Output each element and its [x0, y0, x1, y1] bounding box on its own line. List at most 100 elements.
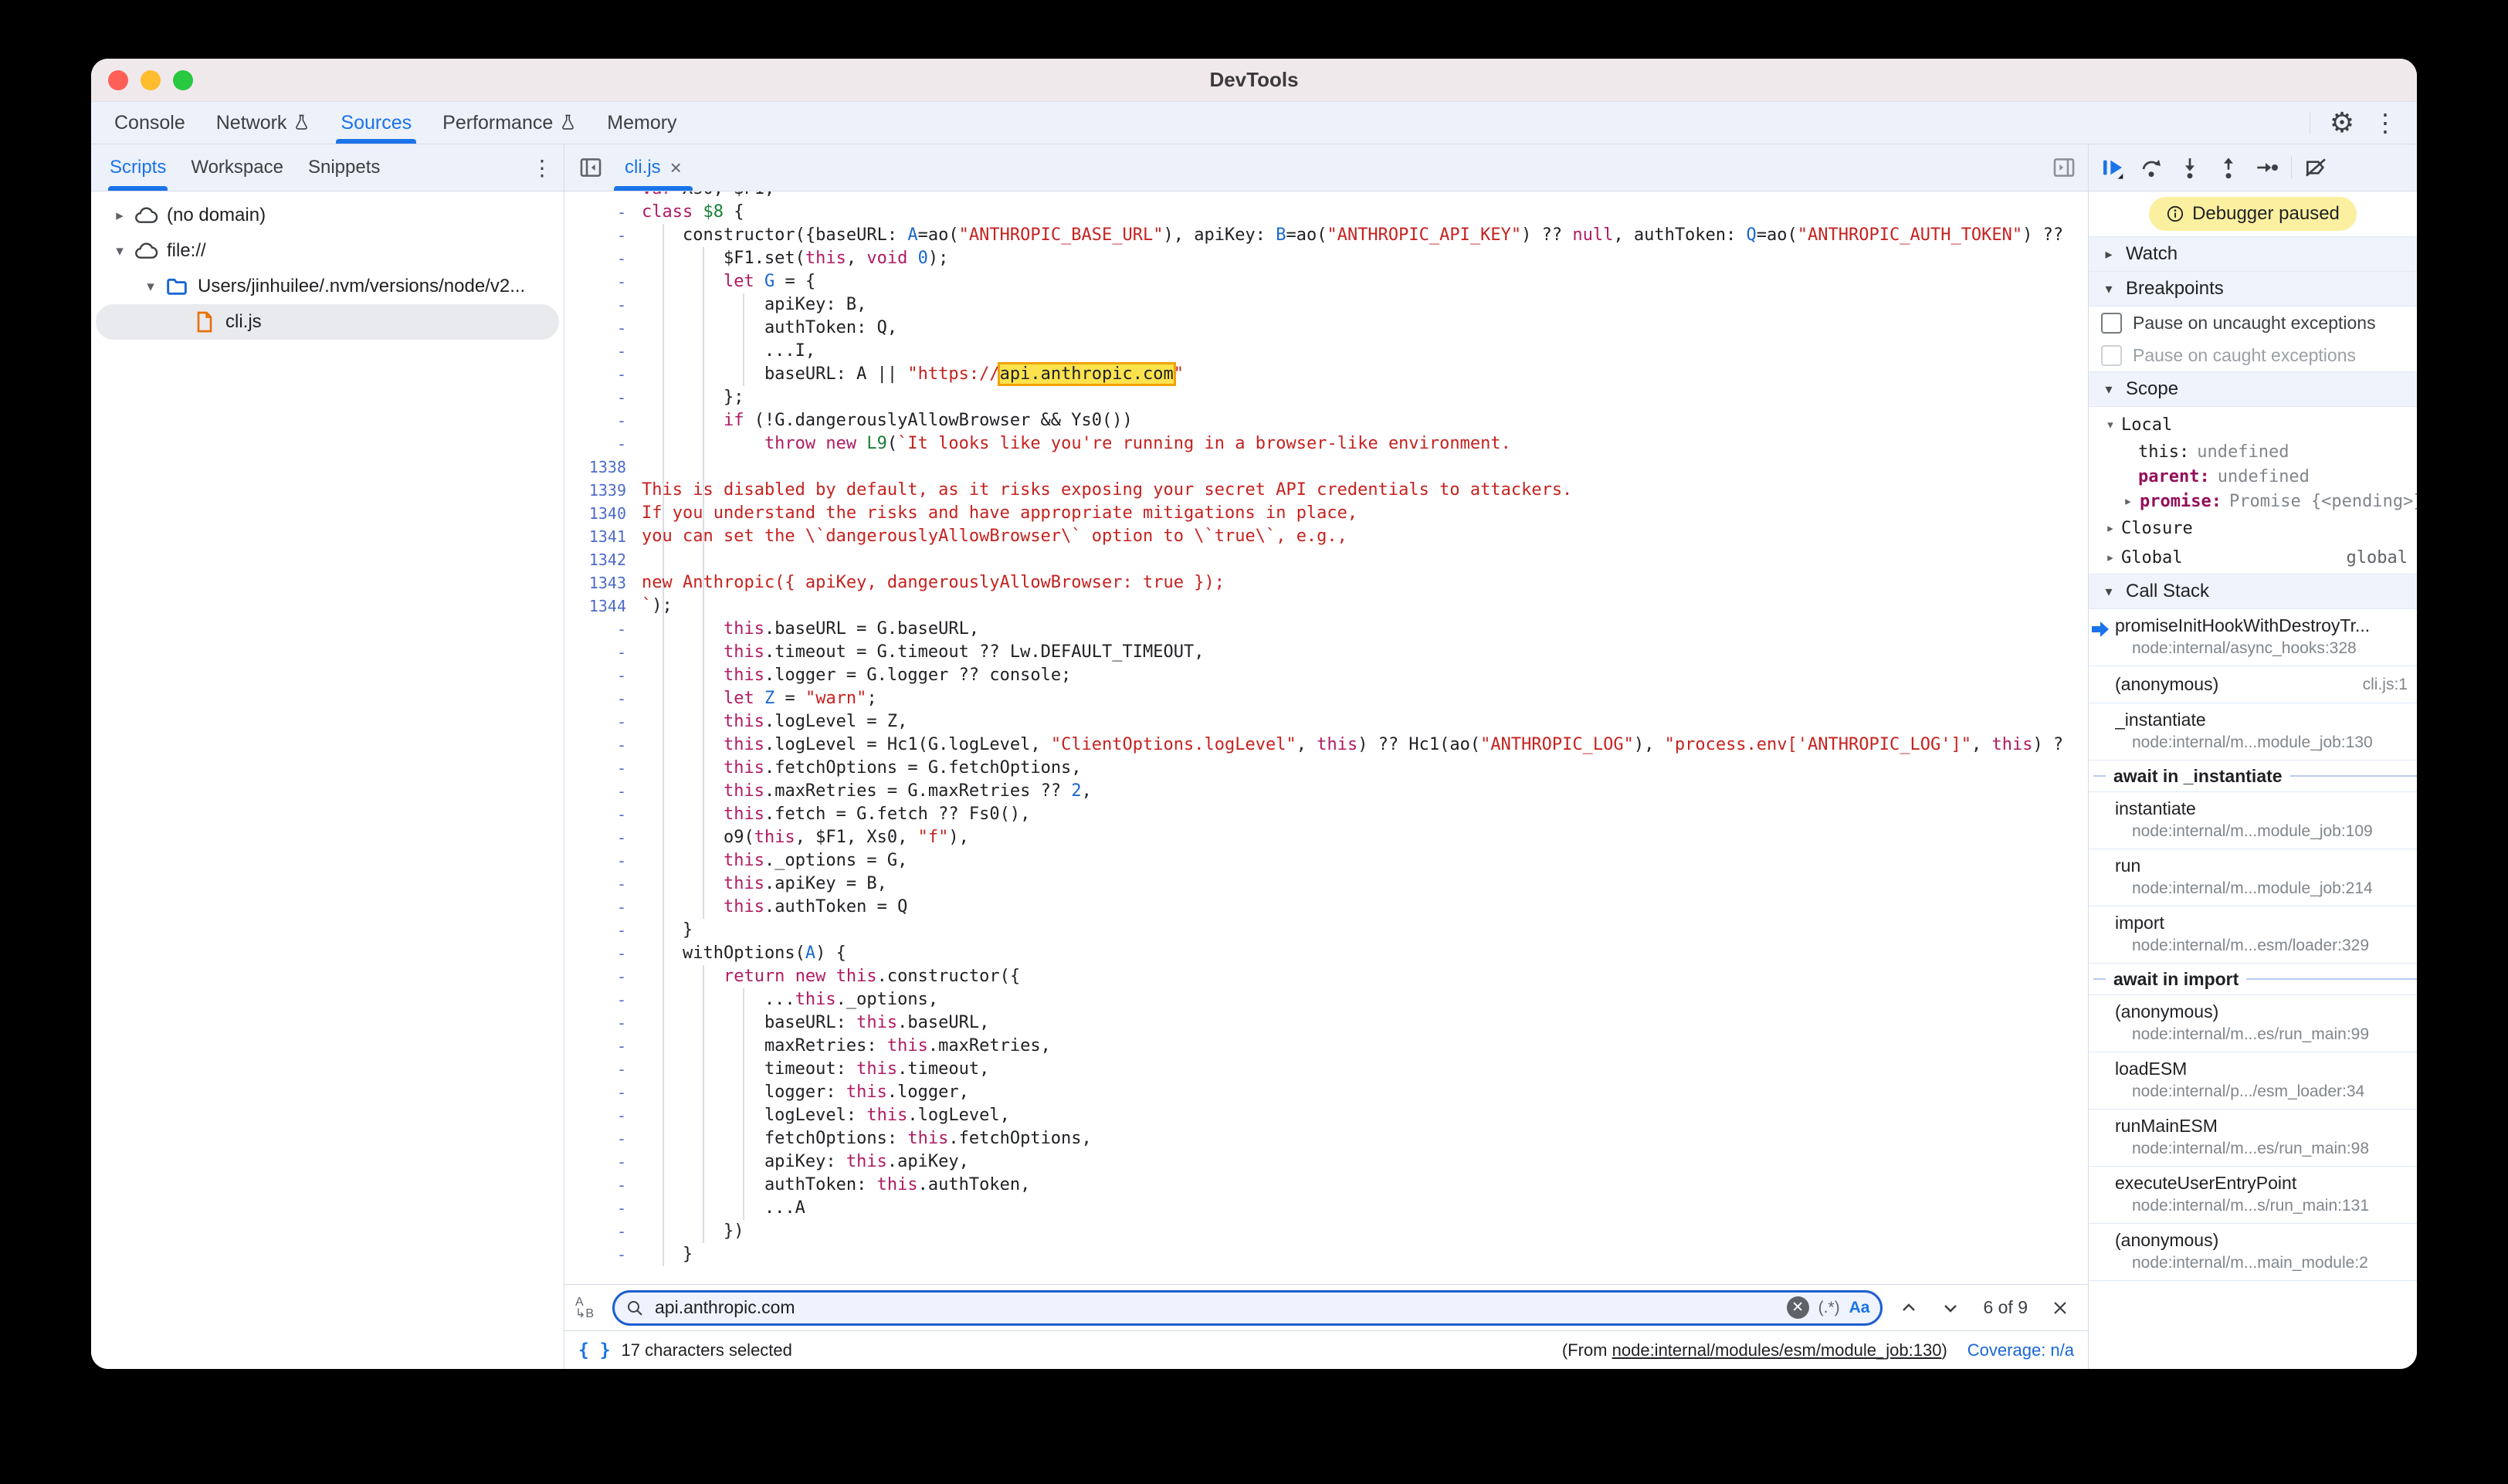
code-line[interactable]: 1344`);: [564, 595, 2088, 618]
line-gutter[interactable]: -: [564, 409, 642, 432]
line-gutter[interactable]: [564, 191, 642, 201]
line-gutter[interactable]: -: [564, 1197, 642, 1220]
call-stack-frame-loadesm[interactable]: loadESMnode:internal/p.../esm_loader:34: [2089, 1052, 2417, 1110]
line-gutter[interactable]: -: [564, 1011, 642, 1035]
tab-close-icon[interactable]: ×: [670, 156, 682, 180]
line-gutter[interactable]: 1339: [564, 479, 642, 502]
line-gutter[interactable]: -: [564, 224, 642, 247]
expander-right-icon[interactable]: ▸: [2117, 493, 2140, 510]
settings-gear-icon[interactable]: ⚙: [2324, 105, 2360, 141]
line-gutter[interactable]: -: [564, 1081, 642, 1104]
line-gutter[interactable]: -: [564, 687, 642, 710]
line-gutter[interactable]: -: [564, 664, 642, 687]
call-stack-frame-runmainesm[interactable]: runMainESMnode:internal/m...es/run_main:…: [2089, 1110, 2417, 1167]
line-gutter[interactable]: -: [564, 386, 642, 409]
code-line[interactable]: - apiKey: B,: [564, 293, 2088, 317]
code-line[interactable]: - }: [564, 919, 2088, 942]
line-gutter[interactable]: -: [564, 1220, 642, 1243]
scope-group-global[interactable]: ▸Globalglobal: [2089, 543, 2417, 572]
code-line[interactable]: - let Z = "warn";: [564, 687, 2088, 710]
code-line[interactable]: 1342: [564, 548, 2088, 571]
line-gutter[interactable]: -: [564, 780, 642, 803]
code-line[interactable]: - o9(this, $F1, Xs0, "f"),: [564, 826, 2088, 849]
line-gutter[interactable]: -: [564, 803, 642, 826]
line-gutter[interactable]: 1340: [564, 502, 642, 525]
expander-down-icon[interactable]: ▾: [108, 242, 131, 260]
next-match-button[interactable]: [1935, 1293, 1966, 1323]
call-stack-frame-import[interactable]: importnode:internal/m...esm/loader:329: [2089, 906, 2417, 964]
line-gutter[interactable]: 1341: [564, 525, 642, 548]
panel-tab-performance[interactable]: Performance: [427, 102, 591, 144]
call-stack-frame-promiseinithookwithdestroytr-[interactable]: promiseInitHookWithDestroyTr...node:inte…: [2089, 609, 2417, 666]
line-gutter[interactable]: -: [564, 1035, 642, 1058]
from-module-link[interactable]: node:internal/modules/esm/module_job:130: [1612, 1340, 1942, 1360]
line-gutter[interactable]: -: [564, 734, 642, 757]
line-gutter[interactable]: 1344: [564, 595, 642, 618]
panel-tab-network[interactable]: Network: [201, 102, 326, 144]
line-gutter[interactable]: -: [564, 618, 642, 641]
scope-property-parent[interactable]: parent:undefined: [2089, 464, 2417, 489]
line-gutter[interactable]: -: [564, 1174, 642, 1197]
section-scope[interactable]: ▾ Scope: [2089, 371, 2417, 407]
step-button[interactable]: [2249, 150, 2285, 185]
clear-search-icon[interactable]: ✕: [1787, 1296, 1809, 1319]
code-line[interactable]: - constructor({baseURL: A=ao("ANTHROPIC_…: [564, 224, 2088, 247]
show-debugger-panel-icon[interactable]: [2051, 144, 2088, 191]
line-gutter[interactable]: -: [564, 1127, 642, 1150]
code-line[interactable]: -class $8 {: [564, 201, 2088, 224]
code-line[interactable]: - baseURL: this.baseURL,: [564, 1011, 2088, 1035]
step-into-button[interactable]: [2172, 150, 2208, 185]
expander-down-icon[interactable]: ▾: [2100, 416, 2121, 433]
code-line[interactable]: - authToken: this.authToken,: [564, 1174, 2088, 1197]
code-line[interactable]: - maxRetries: this.maxRetries,: [564, 1035, 2088, 1058]
line-gutter[interactable]: -: [564, 432, 642, 456]
line-gutter[interactable]: -: [564, 988, 642, 1011]
code-line[interactable]: - if (!G.dangerouslyAllowBrowser && Ys0(…: [564, 409, 2088, 432]
code-line[interactable]: - this.fetchOptions = G.fetchOptions,: [564, 757, 2088, 780]
line-gutter[interactable]: -: [564, 942, 642, 965]
step-over-button[interactable]: [2133, 150, 2169, 185]
step-out-button[interactable]: [2211, 150, 2246, 185]
code-line[interactable]: 1343new Anthropic({ apiKey, dangerouslyA…: [564, 571, 2088, 595]
line-gutter[interactable]: -: [564, 826, 642, 849]
scope-property-promise[interactable]: ▸promise:Promise {<pending>}: [2089, 489, 2417, 513]
search-input[interactable]: [653, 1296, 1778, 1319]
section-watch[interactable]: ▸ Watch: [2089, 236, 2417, 272]
resume-script-button[interactable]: [2095, 150, 2130, 185]
line-gutter[interactable]: -: [564, 317, 642, 340]
code-line[interactable]: - this.apiKey = B,: [564, 872, 2088, 896]
source-code-viewer[interactable]: var Xs0, $F1;-class $8 {- constructor({b…: [564, 191, 2088, 1284]
panel-tab-memory[interactable]: Memory: [591, 102, 692, 144]
minimize-window-button[interactable]: [141, 70, 161, 90]
code-line[interactable]: - this.fetch = G.fetch ?? Fs0(),: [564, 803, 2088, 826]
kebab-menu-icon[interactable]: ⋮: [2367, 105, 2403, 141]
navigator-tab-workspace[interactable]: Workspace: [178, 144, 296, 191]
line-gutter[interactable]: -: [564, 1150, 642, 1174]
code-line[interactable]: - return new this.constructor({: [564, 965, 2088, 988]
code-line[interactable]: - let G = {: [564, 270, 2088, 293]
line-gutter[interactable]: -: [564, 757, 642, 780]
call-stack-frame-instantiate[interactable]: instantiatenode:internal/m...module_job:…: [2089, 792, 2417, 849]
tree-item-users-jinhuilee-nvm-versions-node-v2-[interactable]: ▾Users/jinhuilee/.nvm/versions/node/v2..…: [96, 269, 559, 304]
line-gutter[interactable]: -: [564, 919, 642, 942]
code-line[interactable]: - logLevel: this.logLevel,: [564, 1104, 2088, 1127]
code-line[interactable]: - throw new L9(`It looks like you're run…: [564, 432, 2088, 456]
tab-cli-js[interactable]: cli.js ×: [612, 144, 694, 191]
call-stack-frame--anonymous-[interactable]: (anonymous)node:internal/m...main_module…: [2089, 1224, 2417, 1281]
line-gutter[interactable]: -: [564, 641, 642, 664]
code-line[interactable]: - this.logLevel = Hc1(G.logLevel, "Clien…: [564, 734, 2088, 757]
line-gutter[interactable]: 1342: [564, 548, 642, 571]
code-line[interactable]: - withOptions(A) {: [564, 942, 2088, 965]
tree-item-cli-js[interactable]: cli.js: [96, 304, 559, 340]
code-line[interactable]: - };: [564, 386, 2088, 409]
code-line[interactable]: - $F1.set(this, void 0);: [564, 247, 2088, 270]
line-gutter[interactable]: -: [564, 1058, 642, 1081]
deactivate-breakpoints-button[interactable]: [2298, 150, 2333, 185]
line-gutter[interactable]: -: [564, 872, 642, 896]
checkbox[interactable]: [2101, 313, 2122, 334]
code-line[interactable]: - }: [564, 1243, 2088, 1266]
pretty-print-icon[interactable]: { }: [578, 1340, 611, 1360]
line-gutter[interactable]: -: [564, 201, 642, 224]
scope-group-local[interactable]: ▾Local: [2089, 410, 2417, 439]
call-stack-frame-run[interactable]: runnode:internal/m...module_job:214: [2089, 849, 2417, 906]
